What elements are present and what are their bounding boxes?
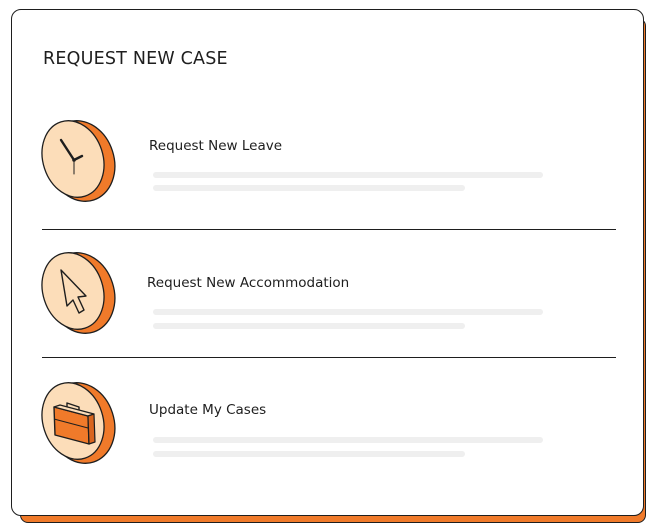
placeholder-line	[153, 185, 465, 191]
divider	[42, 229, 616, 230]
request-new-accommodation-label: Request New Accommodation	[147, 275, 350, 291]
placeholder-line	[153, 323, 465, 329]
request-new-leave-option[interactable]: Request New Leave	[0, 110, 648, 222]
divider	[42, 357, 616, 358]
briefcase-icon	[36, 374, 128, 470]
card-title: REQUEST NEW CASE	[43, 49, 228, 69]
update-my-cases-option[interactable]: Update My Cases	[0, 372, 648, 484]
placeholder-line	[153, 451, 465, 457]
placeholder-line	[153, 309, 543, 315]
clock-icon	[36, 112, 128, 208]
placeholder-line	[153, 437, 543, 443]
request-new-accommodation-option[interactable]: Request New Accommodation	[0, 240, 648, 352]
request-new-leave-label: Request New Leave	[149, 138, 283, 154]
placeholder-line	[153, 172, 543, 178]
update-my-cases-label: Update My Cases	[149, 402, 267, 418]
cursor-arrow-icon	[36, 244, 128, 340]
